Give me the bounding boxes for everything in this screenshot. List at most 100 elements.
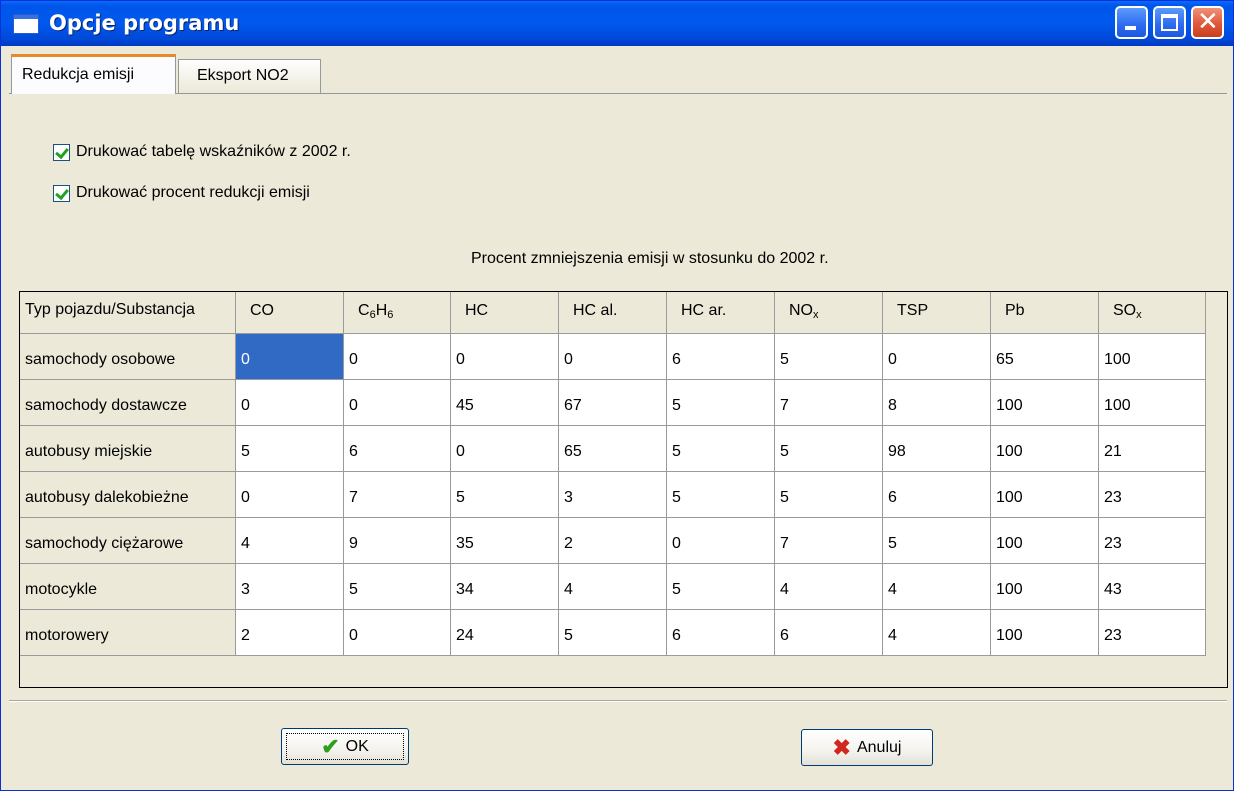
table-cell[interactable]: 5 — [667, 380, 775, 426]
emission-reduction-grid[interactable]: Typ pojazdu/Substancja CO C6H6 HC HC al. HC a… — [19, 291, 1228, 688]
table-cell[interactable]: 5 — [236, 426, 344, 472]
table-cell[interactable]: 2 — [559, 518, 667, 564]
table-cell[interactable]: 100 — [991, 564, 1099, 610]
table-cell[interactable]: 5 — [451, 472, 559, 518]
title-bar[interactable]: Opcje programu ✕ — [1, 1, 1233, 46]
table-cell[interactable]: 4 — [236, 518, 344, 564]
table-cell[interactable]: 100 — [1099, 380, 1206, 426]
print-percent-option[interactable]: Drukować procent redukcji emisji — [53, 182, 310, 204]
close-button[interactable]: ✕ — [1191, 6, 1224, 39]
table-cell[interactable]: 2 — [236, 610, 344, 656]
print-percent-checkbox[interactable] — [53, 184, 70, 202]
column-header: HC — [451, 292, 559, 334]
column-header-label: TSP — [897, 302, 929, 319]
table-cell[interactable]: 9 — [344, 518, 451, 564]
cancel-label: Anuluj — [856, 738, 902, 756]
row-header: autobusy dalekobieżne — [20, 472, 236, 518]
tab-divider — [9, 93, 1227, 94]
table-cell[interactable]: 0 — [344, 610, 451, 656]
divider-highlight — [9, 701, 1227, 702]
table-cell[interactable]: 5 — [667, 472, 775, 518]
table-cell[interactable]: 100 — [991, 472, 1099, 518]
tab-redukcja-emisji[interactable]: Redukcja emisji — [11, 54, 176, 94]
column-header: HC al. — [559, 292, 667, 334]
table-cell[interactable]: 65 — [991, 334, 1099, 380]
table-cell[interactable]: 5 — [775, 334, 883, 380]
tab-eksport-no2[interactable]: Eksport NO2 — [178, 59, 321, 93]
table-cell[interactable]: 6 — [667, 610, 775, 656]
cancel-button[interactable]: ✖ Anuluj — [801, 729, 933, 766]
table-cell[interactable]: 5 — [883, 518, 991, 564]
table-cell[interactable]: 100 — [991, 380, 1099, 426]
table-cell[interactable]: 23 — [1099, 518, 1206, 564]
grid-corner-header: Typ pojazdu/Substancja — [20, 292, 236, 334]
table-cell[interactable]: 8 — [883, 380, 991, 426]
table-cell[interactable]: 4 — [775, 564, 883, 610]
table-cell[interactable]: 5 — [344, 564, 451, 610]
table-cell[interactable]: 5 — [775, 472, 883, 518]
table-cell[interactable]: 100 — [991, 610, 1099, 656]
maximize-icon — [1161, 14, 1178, 31]
close-icon: ✕ — [1197, 7, 1219, 37]
window-title: Opcje programu — [49, 11, 240, 35]
table-cell[interactable]: 21 — [1099, 426, 1206, 472]
column-header: HC ar. — [667, 292, 775, 334]
table-cell[interactable]: 23 — [1099, 472, 1206, 518]
table-cell[interactable]: 4 — [559, 564, 667, 610]
maximize-button[interactable] — [1153, 6, 1186, 39]
table-cell[interactable]: 43 — [1099, 564, 1206, 610]
table-cell[interactable]: 0 — [236, 334, 344, 380]
minimize-button[interactable] — [1115, 6, 1148, 39]
column-header-subscript: 6 — [387, 309, 394, 321]
table-cell[interactable]: 7 — [775, 518, 883, 564]
table-cell[interactable]: 24 — [451, 610, 559, 656]
table-cell[interactable]: 100 — [1099, 334, 1206, 380]
column-header: C6H6 — [344, 292, 451, 334]
column-header-subscript: x — [1136, 309, 1142, 321]
column-header-label: HC al. — [573, 302, 618, 319]
table-cell[interactable]: 3 — [236, 564, 344, 610]
table-cell[interactable]: 100 — [991, 426, 1099, 472]
table-cell[interactable]: 0 — [667, 518, 775, 564]
table-cell[interactable]: 0 — [236, 472, 344, 518]
table-cell[interactable]: 3 — [559, 472, 667, 518]
table-cell[interactable]: 98 — [883, 426, 991, 472]
table-cell[interactable]: 4 — [883, 564, 991, 610]
print-table-option[interactable]: Drukować tabelę wskaźników z 2002 r. — [53, 141, 351, 163]
column-header: NOx — [775, 292, 883, 334]
table-cell[interactable]: 0 — [883, 334, 991, 380]
row-header: motocykle — [20, 564, 236, 610]
table-cell[interactable]: 6 — [883, 472, 991, 518]
column-header-label: CO — [250, 302, 274, 319]
print-table-checkbox[interactable] — [53, 143, 70, 161]
table-cell[interactable]: 5 — [667, 426, 775, 472]
table-cell[interactable]: 6 — [775, 610, 883, 656]
column-header-label-tail: H — [375, 302, 388, 319]
column-header-subscript: x — [813, 309, 819, 321]
table-cell[interactable]: 67 — [559, 380, 667, 426]
table-cell[interactable]: 4 — [883, 610, 991, 656]
table-cell[interactable]: 0 — [451, 334, 559, 380]
table-cell[interactable]: 34 — [451, 564, 559, 610]
row-header: motorowery — [20, 610, 236, 656]
table-cell[interactable]: 100 — [991, 518, 1099, 564]
table-cell[interactable]: 0 — [236, 380, 344, 426]
table-cell[interactable]: 5 — [667, 564, 775, 610]
table-cell[interactable]: 0 — [451, 426, 559, 472]
table-cell[interactable]: 65 — [559, 426, 667, 472]
table-cell[interactable]: 7 — [344, 472, 451, 518]
ok-button[interactable]: ✔ OK — [281, 728, 409, 765]
row-header: autobusy miejskie — [20, 426, 236, 472]
table-cell[interactable]: 7 — [775, 380, 883, 426]
table-cell[interactable]: 23 — [1099, 610, 1206, 656]
table-cell[interactable]: 0 — [344, 380, 451, 426]
table-cell[interactable]: 0 — [559, 334, 667, 380]
table-cell[interactable]: 0 — [344, 334, 451, 380]
table-cell[interactable]: 5 — [775, 426, 883, 472]
table-cell[interactable]: 6 — [344, 426, 451, 472]
table-cell[interactable]: 35 — [451, 518, 559, 564]
table-cell[interactable]: 6 — [667, 334, 775, 380]
table-cell[interactable]: 45 — [451, 380, 559, 426]
column-header: SOx — [1099, 292, 1206, 334]
table-cell[interactable]: 5 — [559, 610, 667, 656]
